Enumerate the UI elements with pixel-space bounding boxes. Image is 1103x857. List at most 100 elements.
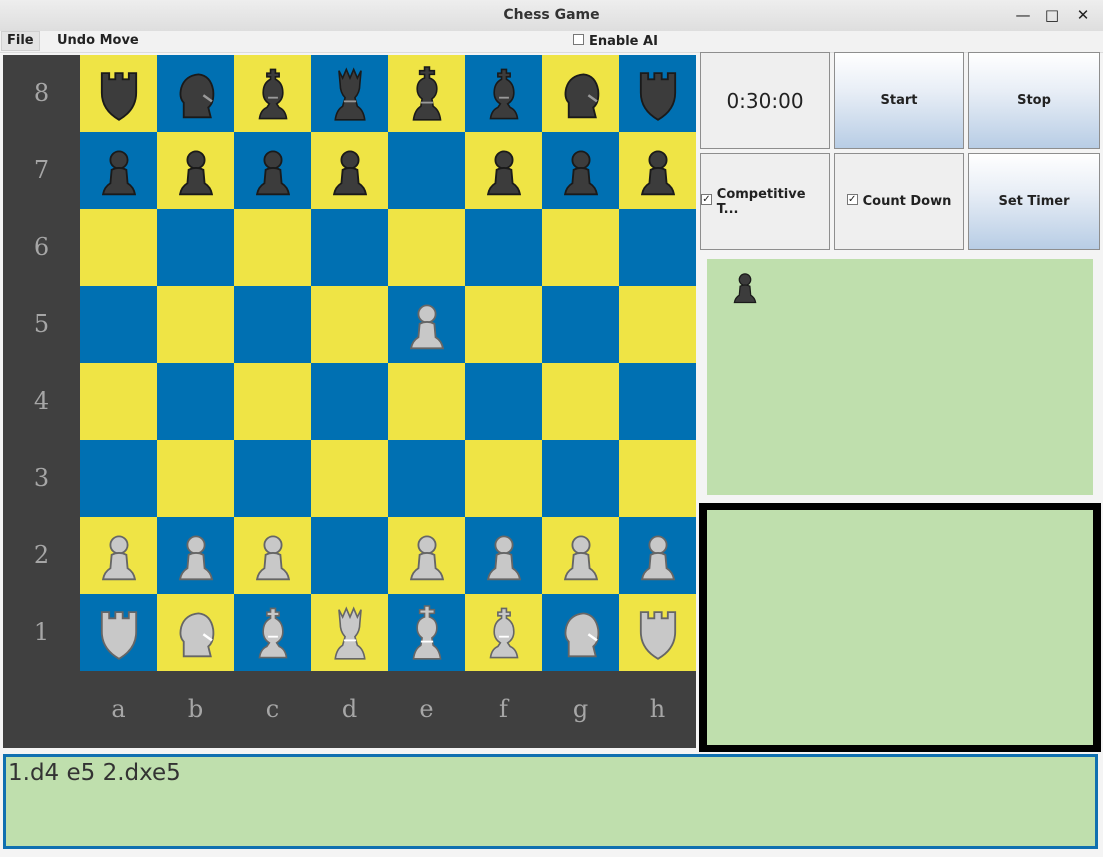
square-b1[interactable] bbox=[157, 594, 234, 671]
black-pawn-icon[interactable] bbox=[169, 142, 223, 200]
competitive-timer-checkbox[interactable]: ✓ Competitive T... bbox=[700, 153, 830, 250]
black-pawn-icon[interactable] bbox=[92, 142, 146, 200]
black-pawn-icon[interactable] bbox=[323, 142, 377, 200]
enable-ai-checkbox[interactable]: Enable AI bbox=[573, 33, 658, 51]
square-d7[interactable] bbox=[311, 132, 388, 209]
menu-file[interactable]: File bbox=[1, 31, 40, 51]
square-b7[interactable] bbox=[157, 132, 234, 209]
black-queen-icon[interactable] bbox=[323, 65, 377, 123]
square-h1[interactable] bbox=[619, 594, 696, 671]
square-a4[interactable] bbox=[80, 363, 157, 440]
white-bishop-icon[interactable] bbox=[246, 604, 300, 662]
white-bishop-icon[interactable] bbox=[477, 604, 531, 662]
square-b6[interactable] bbox=[157, 209, 234, 286]
white-pawn-icon[interactable] bbox=[400, 296, 454, 354]
black-knight-icon[interactable] bbox=[554, 65, 608, 123]
square-d5[interactable] bbox=[311, 286, 388, 363]
black-knight-icon[interactable] bbox=[169, 65, 223, 123]
square-f8[interactable] bbox=[465, 55, 542, 132]
square-g6[interactable] bbox=[542, 209, 619, 286]
square-f2[interactable] bbox=[465, 517, 542, 594]
black-pawn-icon[interactable] bbox=[631, 142, 685, 200]
square-g7[interactable] bbox=[542, 132, 619, 209]
square-f4[interactable] bbox=[465, 363, 542, 440]
square-f7[interactable] bbox=[465, 132, 542, 209]
square-d3[interactable] bbox=[311, 440, 388, 517]
square-f5[interactable] bbox=[465, 286, 542, 363]
black-rook-icon[interactable] bbox=[92, 65, 146, 123]
square-c2[interactable] bbox=[234, 517, 311, 594]
menu-undo-move[interactable]: Undo Move bbox=[52, 31, 144, 51]
checkbox-box[interactable] bbox=[573, 34, 584, 45]
white-king-icon[interactable] bbox=[400, 604, 454, 662]
square-b8[interactable] bbox=[157, 55, 234, 132]
square-f6[interactable] bbox=[465, 209, 542, 286]
square-e6[interactable] bbox=[388, 209, 465, 286]
close-button[interactable]: ✕ bbox=[1072, 4, 1094, 26]
white-pawn-icon[interactable] bbox=[554, 527, 608, 585]
square-f3[interactable] bbox=[465, 440, 542, 517]
square-e7[interactable] bbox=[388, 132, 465, 209]
square-c7[interactable] bbox=[234, 132, 311, 209]
square-h5[interactable] bbox=[619, 286, 696, 363]
white-pawn-icon[interactable] bbox=[477, 527, 531, 585]
square-a5[interactable] bbox=[80, 286, 157, 363]
square-c1[interactable] bbox=[234, 594, 311, 671]
minimize-button[interactable]: — bbox=[1012, 4, 1034, 26]
square-a8[interactable] bbox=[80, 55, 157, 132]
square-h2[interactable] bbox=[619, 517, 696, 594]
square-g1[interactable] bbox=[542, 594, 619, 671]
white-pawn-icon[interactable] bbox=[92, 527, 146, 585]
square-d2[interactable] bbox=[311, 517, 388, 594]
count-down-checkbox[interactable]: ✓ Count Down bbox=[834, 153, 964, 250]
square-c5[interactable] bbox=[234, 286, 311, 363]
start-button[interactable]: Start bbox=[834, 52, 964, 149]
square-d8[interactable] bbox=[311, 55, 388, 132]
black-pawn-icon[interactable] bbox=[477, 142, 531, 200]
square-g8[interactable] bbox=[542, 55, 619, 132]
black-rook-icon[interactable] bbox=[631, 65, 685, 123]
square-f1[interactable] bbox=[465, 594, 542, 671]
square-h7[interactable] bbox=[619, 132, 696, 209]
square-e8[interactable] bbox=[388, 55, 465, 132]
square-b2[interactable] bbox=[157, 517, 234, 594]
square-h8[interactable] bbox=[619, 55, 696, 132]
black-king-icon[interactable] bbox=[400, 65, 454, 123]
black-pawn-icon[interactable] bbox=[246, 142, 300, 200]
square-b3[interactable] bbox=[157, 440, 234, 517]
white-knight-icon[interactable] bbox=[169, 604, 223, 662]
square-h3[interactable] bbox=[619, 440, 696, 517]
white-pawn-icon[interactable] bbox=[246, 527, 300, 585]
checkbox-box[interactable]: ✓ bbox=[701, 194, 712, 205]
square-d1[interactable] bbox=[311, 594, 388, 671]
square-e2[interactable] bbox=[388, 517, 465, 594]
square-a7[interactable] bbox=[80, 132, 157, 209]
square-a1[interactable] bbox=[80, 594, 157, 671]
square-a2[interactable] bbox=[80, 517, 157, 594]
square-c3[interactable] bbox=[234, 440, 311, 517]
square-g3[interactable] bbox=[542, 440, 619, 517]
black-bishop-icon[interactable] bbox=[477, 65, 531, 123]
white-pawn-icon[interactable] bbox=[400, 527, 454, 585]
white-knight-icon[interactable] bbox=[554, 604, 608, 662]
square-a6[interactable] bbox=[80, 209, 157, 286]
square-b4[interactable] bbox=[157, 363, 234, 440]
square-b5[interactable] bbox=[157, 286, 234, 363]
square-g4[interactable] bbox=[542, 363, 619, 440]
set-timer-button[interactable]: Set Timer bbox=[968, 153, 1100, 250]
white-pawn-icon[interactable] bbox=[631, 527, 685, 585]
square-c6[interactable] bbox=[234, 209, 311, 286]
square-c4[interactable] bbox=[234, 363, 311, 440]
square-e4[interactable] bbox=[388, 363, 465, 440]
white-queen-icon[interactable] bbox=[323, 604, 377, 662]
maximize-button[interactable]: □ bbox=[1041, 4, 1063, 26]
black-bishop-icon[interactable] bbox=[246, 65, 300, 123]
square-e3[interactable] bbox=[388, 440, 465, 517]
square-e5[interactable] bbox=[388, 286, 465, 363]
black-pawn-icon[interactable] bbox=[554, 142, 608, 200]
square-h4[interactable] bbox=[619, 363, 696, 440]
white-pawn-icon[interactable] bbox=[169, 527, 223, 585]
square-c8[interactable] bbox=[234, 55, 311, 132]
white-rook-icon[interactable] bbox=[92, 604, 146, 662]
square-g2[interactable] bbox=[542, 517, 619, 594]
